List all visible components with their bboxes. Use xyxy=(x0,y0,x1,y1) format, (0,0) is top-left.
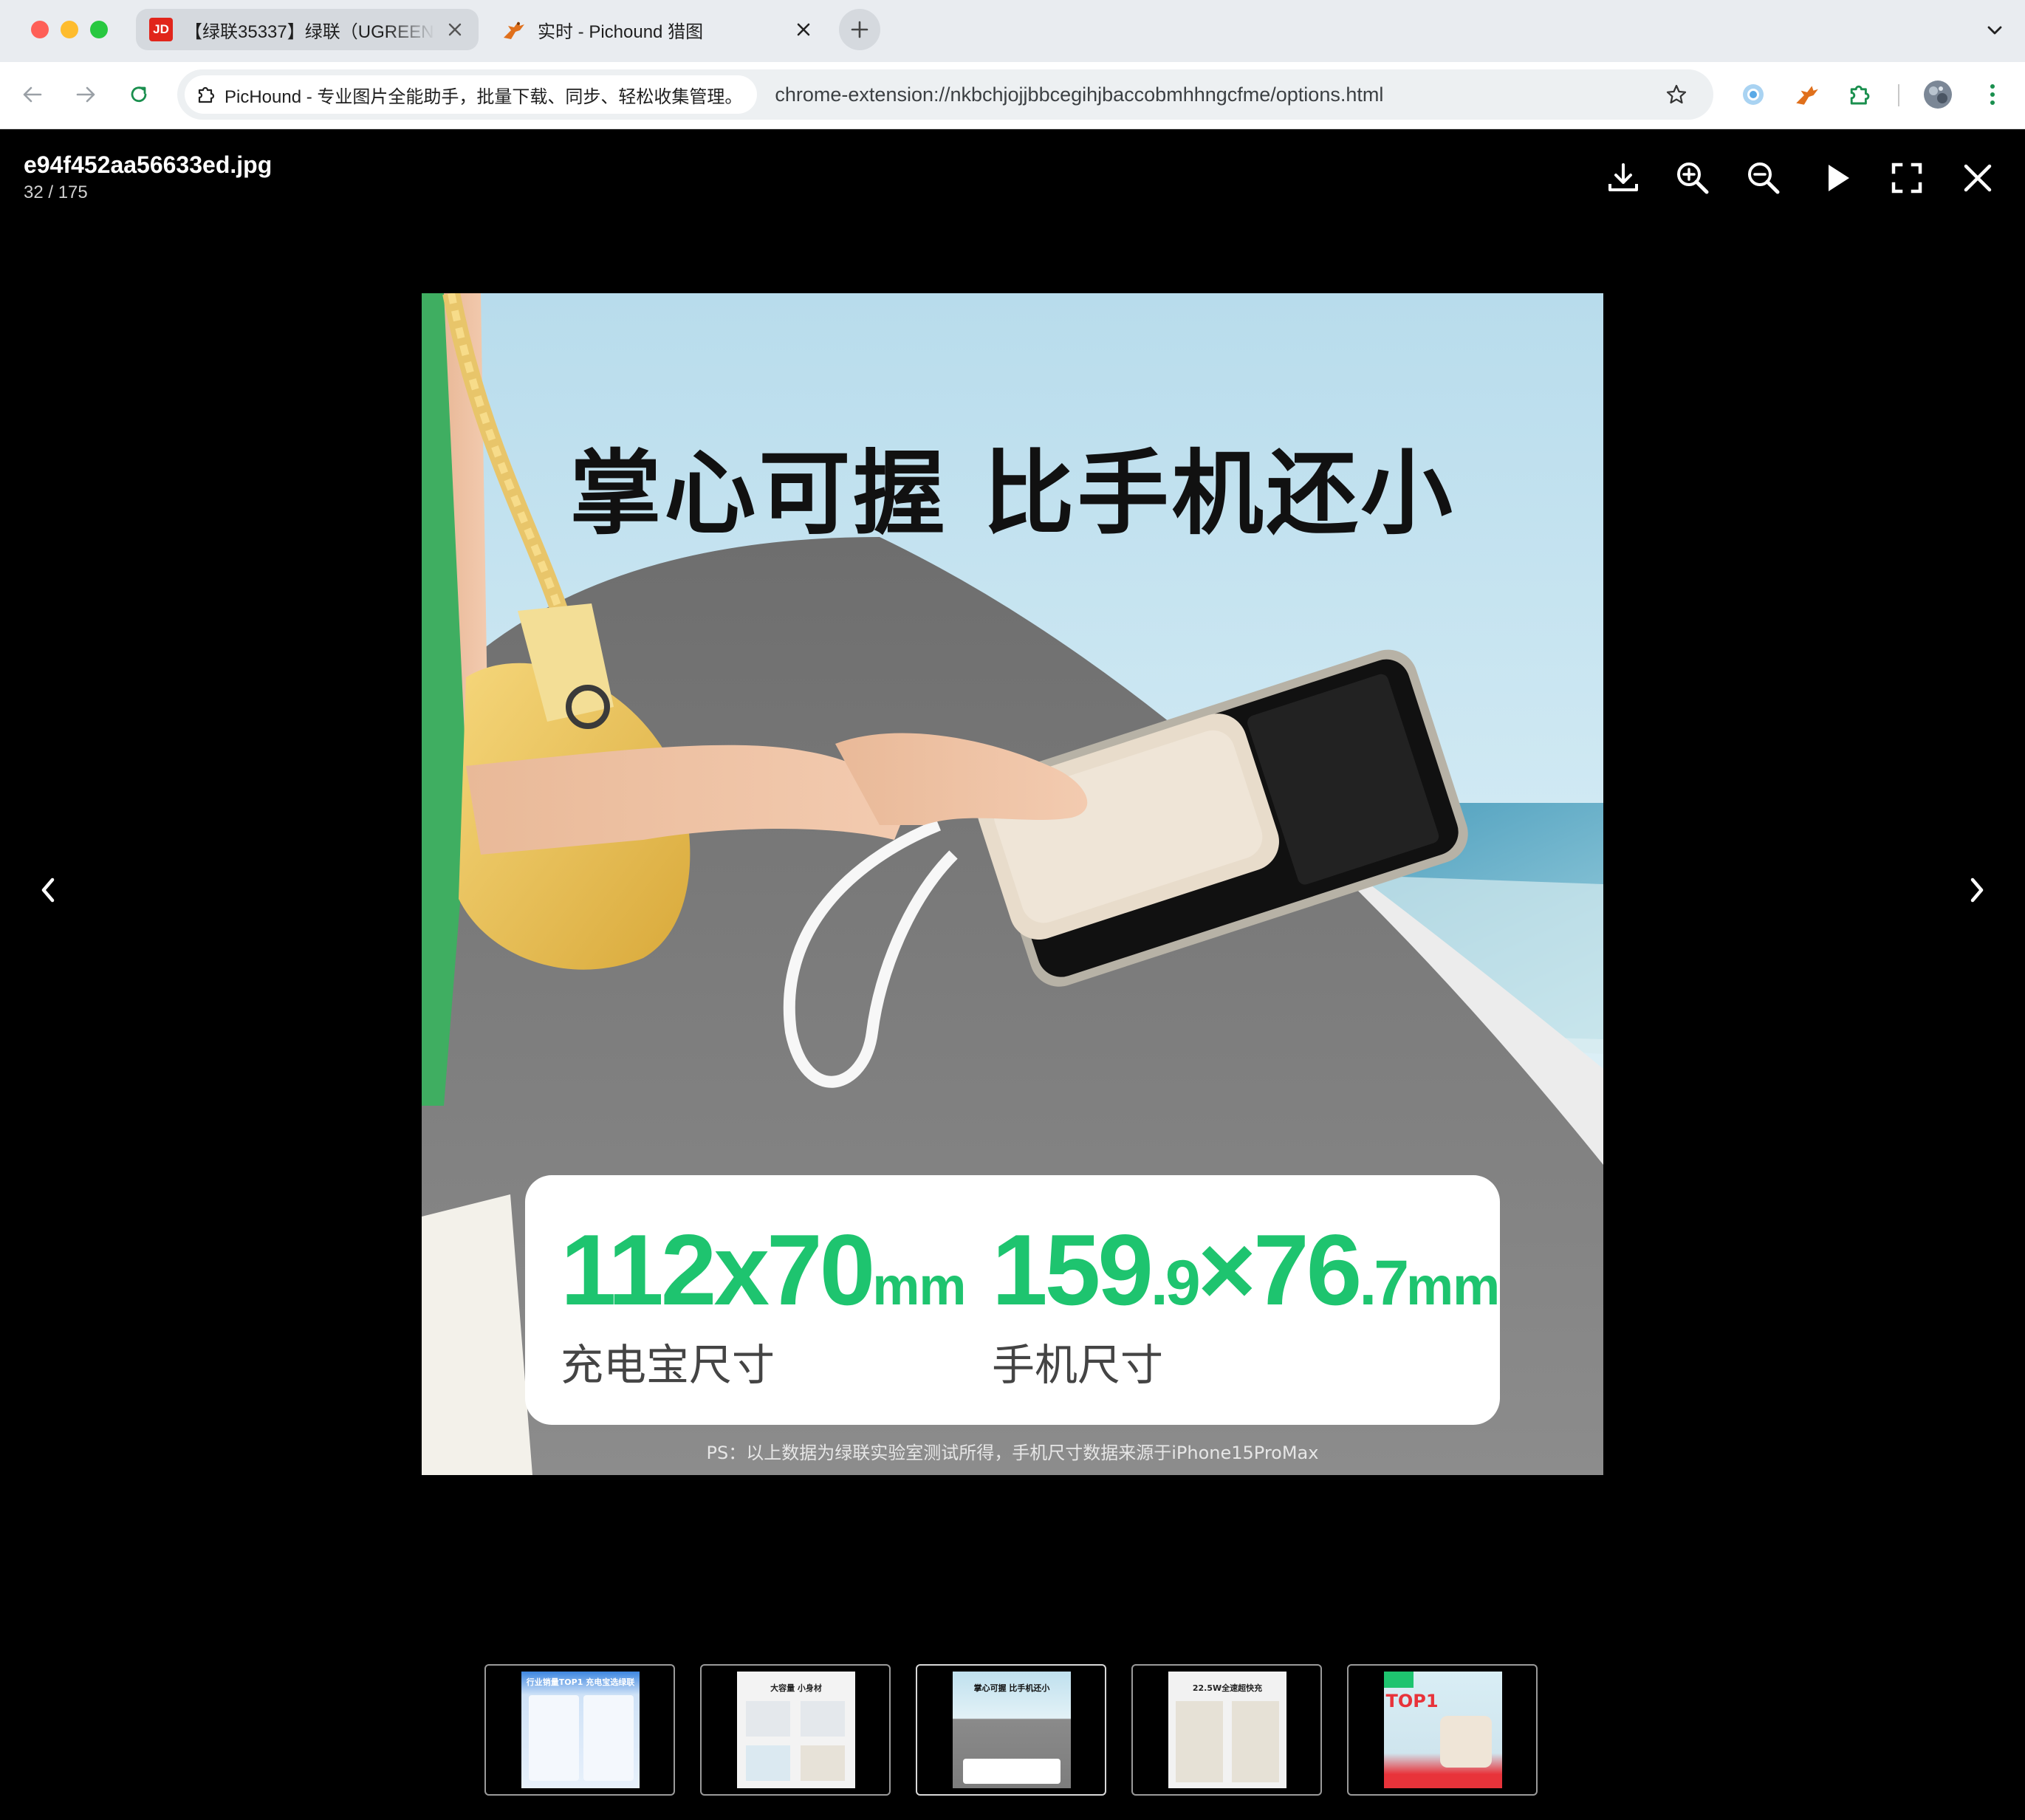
pichound-logo-icon xyxy=(1796,86,1818,105)
power-bank-size: 112x70mm 充电宝尺寸 xyxy=(561,1214,966,1392)
zoom-in-icon xyxy=(1677,162,1709,194)
extension-puzzle-icon xyxy=(198,86,215,103)
tab-search-button[interactable] xyxy=(1982,18,2007,43)
image-headline: 掌心可握 比手机还小 xyxy=(569,441,1456,547)
thumbnail-image: 行业销量TOP1 充电宝选绿联 xyxy=(521,1672,640,1788)
tab-strip: JD 【绿联35337】绿联（UGREEN 实时 - Pichound 猎图 xyxy=(0,0,2025,62)
thumbnail-active[interactable]: 掌心可握 比手机还小 xyxy=(916,1664,1106,1796)
minimize-window-button[interactable] xyxy=(61,21,78,38)
close-viewer-button[interactable] xyxy=(1957,157,1998,199)
zoom-in-button[interactable] xyxy=(1672,157,1713,199)
tab-title: 实时 - Pichound 猎图 xyxy=(538,21,704,42)
reload-icon xyxy=(131,86,147,103)
download-button[interactable] xyxy=(1603,157,1644,199)
file-name: e94f452aa56633ed.jpg xyxy=(24,151,273,178)
jd-favicon-icon: JD xyxy=(149,18,173,41)
site-chip-label: PicHound - 专业图片全能助手，批量下载、同步、轻松收集管理。 xyxy=(225,86,743,107)
tab-jd-product[interactable]: JD 【绿联35337】绿联（UGREEN xyxy=(136,9,479,50)
thumbnail-image: 大容量 小身材 xyxy=(737,1672,855,1788)
download-icon xyxy=(1608,163,1638,191)
thumbnail[interactable]: TOP1 xyxy=(1347,1664,1538,1796)
power-bank-size-value: 112x70mm xyxy=(561,1214,966,1326)
slideshow-button[interactable] xyxy=(1817,157,1858,199)
browser-toolbar: PicHound - 专业图片全能助手，批量下载、同步、轻松收集管理。 chro… xyxy=(0,62,2025,129)
image-counter: 32 / 175 xyxy=(24,182,88,202)
thumbnail-image: 掌心可握 比手机还小 xyxy=(953,1672,1071,1788)
image-footnote: PS：以上数据为绿联实验室测试所得，手机尺寸数据来源于iPhone15ProMa… xyxy=(706,1443,1319,1463)
thumbnail-caption: TOP1 xyxy=(1385,1691,1439,1711)
plus-icon xyxy=(851,21,868,38)
tab-pichound[interactable]: 实时 - Pichound 猎图 xyxy=(487,9,827,50)
next-image-button[interactable] xyxy=(1956,868,2000,912)
previous-image-button[interactable] xyxy=(25,868,69,912)
puzzle-icon xyxy=(1850,85,1870,105)
phone-size-label: 手机尺寸 xyxy=(992,1340,1164,1390)
arrow-right-icon xyxy=(76,86,95,103)
spec-card: 112x70mm 充电宝尺寸 159.9×76.7mm 手机尺寸 xyxy=(525,1175,1500,1425)
tab-close-icon[interactable] xyxy=(793,19,814,40)
thumbnail-caption: 大容量 小身材 xyxy=(770,1683,822,1693)
profile-button[interactable] xyxy=(1922,78,1954,111)
tab-title: 【绿联35337】绿联（UGREEN xyxy=(185,21,434,42)
forward-button[interactable] xyxy=(68,77,103,112)
phone-size-value: 159.9×76.7mm xyxy=(992,1214,1500,1326)
thumbnail[interactable]: 大容量 小身材 xyxy=(700,1664,891,1796)
thumbnail-caption: 掌心可握 比手机还小 xyxy=(973,1683,1050,1693)
site-info-chip[interactable]: PicHound - 专业图片全能助手，批量下载、同步、轻松收集管理。 xyxy=(185,75,758,114)
maximize-window-button[interactable] xyxy=(90,21,108,38)
reload-button[interactable] xyxy=(121,77,157,112)
close-icon xyxy=(1964,164,1992,192)
play-icon xyxy=(1829,165,1849,191)
close-window-button[interactable] xyxy=(31,21,49,38)
thumbnail-caption: 行业销量TOP1 充电宝选绿联 xyxy=(526,1677,635,1687)
chevron-down-icon xyxy=(1987,26,2002,35)
thumbnail-image: 22.5W全速超快充 xyxy=(1168,1672,1286,1788)
url-text[interactable]: chrome-extension://nkbchjojjbbcegihjbacc… xyxy=(775,83,1660,106)
chevron-right-icon xyxy=(1970,878,1984,903)
chevron-left-icon xyxy=(41,878,55,903)
arrow-left-icon xyxy=(23,86,42,103)
power-bank-size-label: 充电宝尺寸 xyxy=(561,1340,775,1390)
ring-extension-icon xyxy=(1743,84,1764,105)
avatar xyxy=(1924,81,1952,109)
thumbnail[interactable]: 22.5W全速超快充 xyxy=(1131,1664,1322,1796)
pichound-extension-button[interactable] xyxy=(1790,78,1823,111)
phone-size: 159.9×76.7mm 手机尺寸 xyxy=(992,1214,1500,1392)
browser-menu-button[interactable] xyxy=(1976,78,2009,111)
zoom-out-button[interactable] xyxy=(1743,157,1784,199)
extension-button[interactable] xyxy=(1737,78,1769,111)
star-icon xyxy=(1666,84,1687,104)
browser-window: JD 【绿联35337】绿联（UGREEN 实时 - Pichound 猎图 P… xyxy=(0,0,2025,1820)
address-bar[interactable]: PicHound - 专业图片全能助手，批量下载、同步、轻松收集管理。 chro… xyxy=(177,69,1713,120)
toolbar-divider xyxy=(1898,84,1899,106)
zoom-out-icon xyxy=(1748,162,1780,194)
extensions-menu-button[interactable] xyxy=(1843,78,1876,111)
new-tab-button[interactable] xyxy=(839,9,880,50)
pichound-favicon-icon xyxy=(504,21,524,39)
thumbnail[interactable]: 行业销量TOP1 充电宝选绿联 xyxy=(484,1664,675,1796)
fullscreen-button[interactable] xyxy=(1886,157,1928,199)
image-viewer: e94f452aa56633ed.jpg 32 / 175 掌心可握 比手机还小… xyxy=(0,129,2025,1820)
tab-close-icon[interactable] xyxy=(445,19,465,40)
thumbnail-image: TOP1 xyxy=(1384,1672,1502,1788)
thumbnail-caption: 22.5W全速超快充 xyxy=(1192,1683,1263,1693)
main-image: 掌心可握 比手机还小 112x70mm 充电宝尺寸 159.9×76.7mm 手… xyxy=(422,293,1603,1475)
bookmark-button[interactable] xyxy=(1660,78,1693,111)
fullscreen-icon xyxy=(1891,162,1922,194)
kebab-menu-icon xyxy=(1990,84,1995,105)
back-button[interactable] xyxy=(15,77,50,112)
